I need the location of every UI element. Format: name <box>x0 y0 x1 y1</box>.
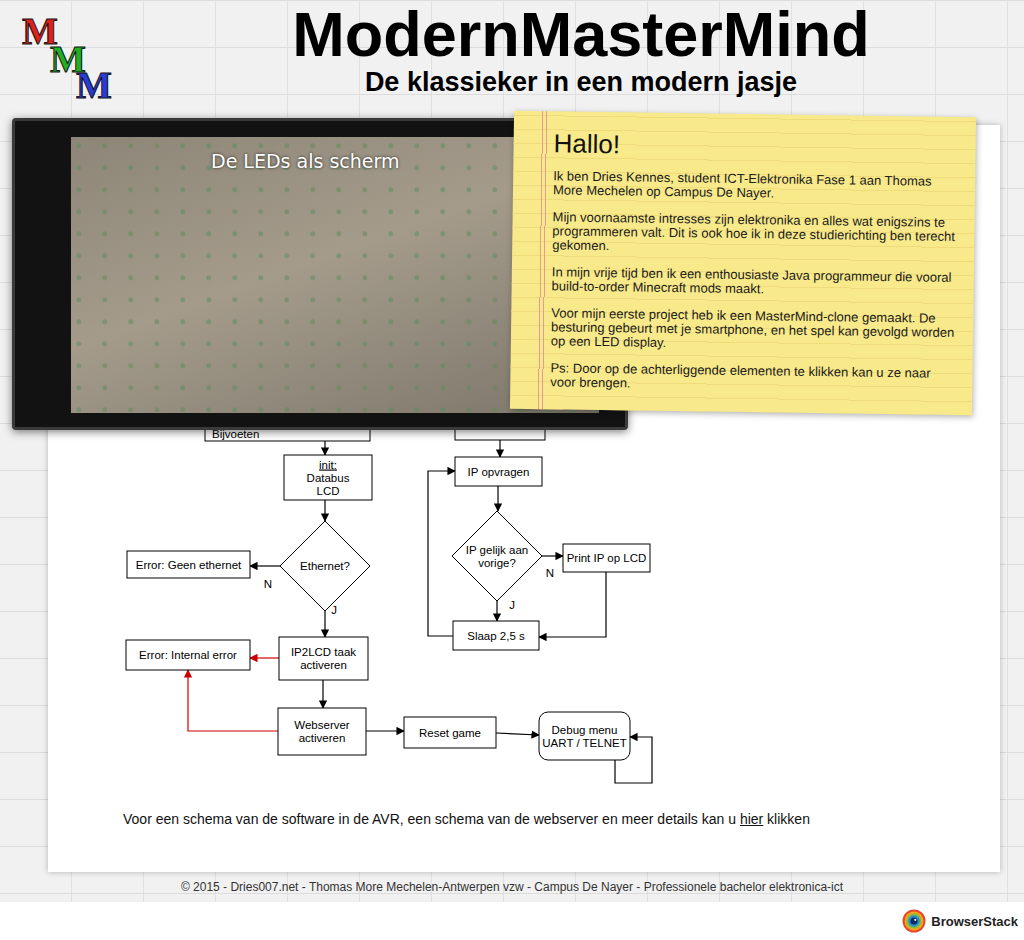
footer: © 2015 - Dries007.net - Thomas More Mech… <box>0 872 1024 902</box>
flow-edge <box>428 471 455 636</box>
flow-edge <box>542 555 563 556</box>
flow-edge <box>250 565 280 566</box>
flow-edge <box>324 500 325 521</box>
flow-edge <box>539 572 606 637</box>
svg-text:Error: Geen ethernet: Error: Geen ethernet <box>136 559 242 571</box>
flow-node: init:DatabusLCD <box>284 455 372 500</box>
flow-edge <box>366 730 404 731</box>
bottom-bar: BrowserStack <box>0 902 1024 940</box>
svg-text:IP2LCD taak: IP2LCD taak <box>291 646 356 658</box>
note-title: Hallo! <box>553 127 957 165</box>
flow-edge <box>188 670 278 731</box>
flow-node: Webserveractiveren <box>278 708 366 755</box>
svg-text:LCD: LCD <box>316 485 339 497</box>
note-paragraph: Ps: Door op de achterliggende elementen … <box>550 361 954 395</box>
flow-node: Error: Geen ethernet <box>127 551 250 578</box>
logo[interactable]: MMM <box>20 8 130 108</box>
branch-label: J <box>331 604 337 616</box>
flow-node: IP opvragen <box>455 457 542 486</box>
more-info: Voor een schema van de software in de AV… <box>123 811 1000 827</box>
flow-edge <box>322 680 323 708</box>
flow-node: IP2LCD taakactiveren <box>279 637 368 680</box>
svg-text:Webserver: Webserver <box>294 719 350 731</box>
flow-node: Ethernet? <box>280 521 370 611</box>
browserstack-badge[interactable]: BrowserStack <box>902 909 1018 933</box>
flow-edge <box>497 486 498 511</box>
svg-text:IP gelijk aan: IP gelijk aan <box>466 544 528 556</box>
flow-edge <box>324 611 325 637</box>
flow-edge <box>250 657 279 658</box>
svg-text:Ethernet?: Ethernet? <box>300 560 350 572</box>
flow-node: Error: Internal error <box>126 640 250 670</box>
page: MMM ModernMasterMind De klassieker in ee… <box>0 0 1024 940</box>
photo-caption: De LEDs als scherm <box>211 150 399 172</box>
note-paragraph: In mijn vrije tijd ben ik een enthousias… <box>552 265 956 299</box>
browserstack-icon <box>902 909 926 933</box>
flow-node: IP gelijk aanvorige? <box>452 511 542 601</box>
site-title: ModernMasterMind <box>292 2 870 66</box>
branch-label: N <box>264 578 272 590</box>
svg-text:Slaap 2,5 s: Slaap 2,5 s <box>467 630 525 642</box>
svg-text:IP opvragen: IP opvragen <box>468 466 530 478</box>
logo-letter: M <box>76 66 112 104</box>
flow-node: Reset game <box>404 717 496 748</box>
svg-text:Reset game: Reset game <box>419 727 481 739</box>
svg-text:Print IP op LCD: Print IP op LCD <box>567 552 647 564</box>
flow-edge <box>499 440 500 457</box>
details-link[interactable]: hier <box>740 811 763 827</box>
flow-edge <box>324 441 325 455</box>
intro-note[interactable]: Hallo! Ik ben Dries Kennes, student ICT-… <box>510 111 976 415</box>
header: MMM ModernMasterMind De klassieker in ee… <box>0 0 1024 125</box>
flow-node: Debug menuUART / TELNET <box>539 712 630 760</box>
svg-text:UART / TELNET: UART / TELNET <box>542 737 626 749</box>
branch-label: J <box>509 599 515 611</box>
svg-text:Databus: Databus <box>307 472 350 484</box>
note-paragraph: Ik ben Dries Kennes, student ICT-Elektro… <box>553 169 957 203</box>
flow-node: Print IP op LCD <box>563 544 650 572</box>
flow-node: Slaap 2,5 s <box>453 621 539 650</box>
flow-edge <box>496 733 539 735</box>
svg-text:activeren: activeren <box>299 732 346 744</box>
note-paragraph: Voor mijn eerste project heb ik een Mast… <box>551 306 956 354</box>
svg-text:Error: Internal error: Error: Internal error <box>139 649 237 661</box>
svg-text:activeren: activeren <box>300 659 347 671</box>
flow-edge <box>496 601 497 621</box>
svg-text:vorige?: vorige? <box>478 557 516 569</box>
site-subtitle: De klassieker in een modern jasje <box>365 66 797 98</box>
svg-text:init:: init: <box>319 459 337 471</box>
note-paragraph: Mijn voornaamste intresses zijn elektron… <box>552 210 957 258</box>
svg-text:Debug menu: Debug menu <box>552 724 618 736</box>
branch-label: N <box>546 567 554 579</box>
